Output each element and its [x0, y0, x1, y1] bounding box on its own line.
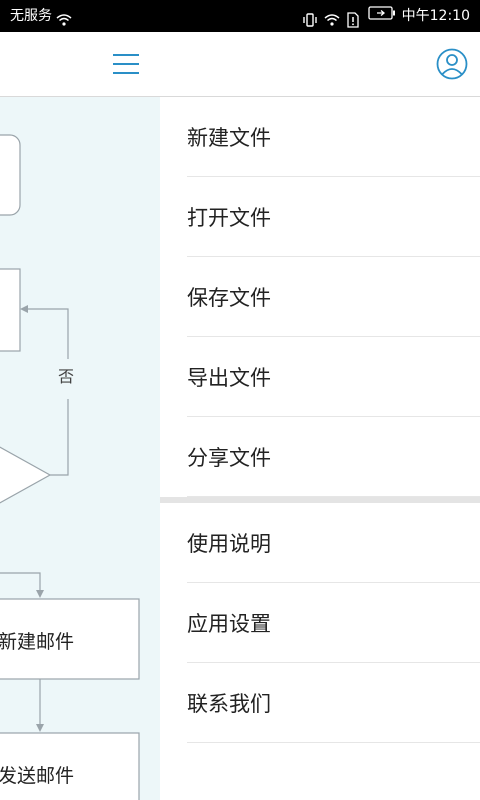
- menu-item-label: 联系我们: [187, 692, 271, 716]
- menu-button[interactable]: [108, 48, 144, 80]
- arrow-head: [36, 724, 44, 732]
- arrow-head: [36, 590, 44, 598]
- menu-item-share-file[interactable]: 分享文件: [160, 417, 480, 497]
- status-bar-left: 无服务: [10, 0, 72, 32]
- battery-icon: [367, 0, 396, 32]
- decision-no-label: 否: [58, 367, 75, 386]
- sim-alert-icon: [346, 8, 362, 28]
- app-bar: [0, 32, 480, 97]
- account-button[interactable]: [434, 46, 470, 82]
- navigation-drawer: 新建文件 打开文件 保存文件 导出文件 分享文件 使用说明 应用设置 联系我们: [160, 97, 480, 800]
- menu-item-label: 分享文件: [187, 446, 271, 470]
- send-mail-node-label: 发送邮件: [0, 765, 75, 787]
- new-mail-node-label: 新建邮件: [0, 631, 75, 653]
- no-branch-line: [50, 399, 69, 476]
- status-bar: 无服务 中午12:10: [0, 0, 480, 32]
- process-node: [0, 268, 21, 352]
- menu-item-export-file[interactable]: 导出文件: [160, 337, 480, 417]
- account-circle-icon: [436, 48, 468, 80]
- vibrate-icon: [302, 8, 318, 27]
- carrier-label: 无服务: [10, 8, 52, 24]
- menu-item-label: 使用说明: [187, 532, 271, 556]
- arrow-head: [20, 305, 28, 313]
- menu-item-app-settings[interactable]: 应用设置: [160, 583, 480, 663]
- decision-node: [0, 446, 52, 504]
- status-bar-right: 中午12:10: [302, 0, 470, 32]
- menu-item-label: 保存文件: [187, 286, 271, 310]
- clock: 中午12:10: [401, 8, 470, 24]
- flowchart-diagram: [0, 134, 140, 800]
- menu-item-new-file[interactable]: 新建文件: [160, 97, 480, 177]
- menu-item-instructions[interactable]: 使用说明: [160, 503, 480, 583]
- menu-item-label: 打开文件: [187, 206, 271, 230]
- wifi-icon: [56, 8, 72, 26]
- wifi-icon: [324, 8, 340, 26]
- connector-line: [0, 572, 41, 593]
- menu-item-label: 新建文件: [187, 126, 271, 150]
- no-branch-line-top: [24, 308, 69, 359]
- start-node: [0, 134, 21, 216]
- flowchart-canvas[interactable]: 否 新建邮件 发送邮件: [0, 97, 160, 800]
- menu-item-label: 导出文件: [187, 366, 271, 390]
- hamburger-menu-icon: [113, 54, 139, 74]
- menu-item-open-file[interactable]: 打开文件: [160, 177, 480, 257]
- menu-item-contact-us[interactable]: 联系我们: [160, 663, 480, 743]
- menu-item-label: 应用设置: [187, 612, 271, 636]
- menu-item-save-file[interactable]: 保存文件: [160, 257, 480, 337]
